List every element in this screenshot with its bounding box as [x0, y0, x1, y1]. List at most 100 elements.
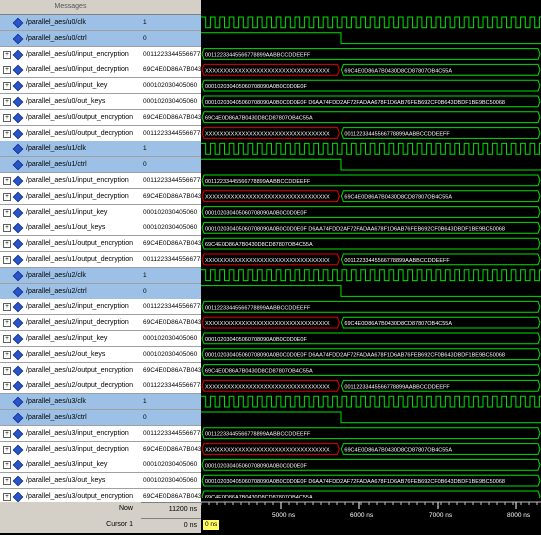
expand-icon[interactable]: +: [3, 366, 11, 375]
signal-row[interactable]: + /parallel_aes/u2/input_decryption: [0, 315, 141, 332]
bus-value-text: 000102030405060708090A0B0C0D0E0F: [205, 463, 307, 469]
value-row[interactable]: 69C4E0D86A7B0430: [141, 236, 201, 253]
signal-row[interactable]: + /parallel_aes/u1/input_decryption: [0, 188, 141, 205]
expand-icon[interactable]: +: [3, 129, 11, 138]
expand-icon[interactable]: +: [3, 240, 11, 249]
value-row[interactable]: 69C4E0D86A7B0430: [141, 188, 201, 205]
bus-value-text: 00112233445566778899AABBCCDDEEFF: [344, 132, 450, 138]
signal-icon: [12, 460, 24, 471]
waveform-canvas[interactable]: 00112233445566778899AABBCCDDEEFF XXXXXXXX…: [201, 0, 541, 498]
signal-row[interactable]: /parallel_aes/u1/ctrl: [0, 157, 141, 174]
value-row[interactable]: 0: [141, 30, 201, 47]
value-row[interactable]: 000102030405060: [141, 220, 201, 237]
expand-icon[interactable]: +: [3, 350, 11, 359]
expand-icon[interactable]: +: [3, 477, 11, 486]
expand-icon[interactable]: +: [3, 493, 11, 501]
signal-row[interactable]: + /parallel_aes/u2/input_encryption: [0, 299, 141, 316]
expand-icon[interactable]: +: [3, 82, 11, 91]
signal-icon: [12, 238, 24, 250]
value-row[interactable]: 0: [141, 410, 201, 426]
value-row[interactable]: 000102030405060: [141, 78, 201, 95]
value-row[interactable]: 00112233445566778: [141, 299, 201, 316]
expand-icon[interactable]: +: [3, 177, 11, 185]
value-row[interactable]: 69C4E0D86A7B0430: [141, 315, 201, 332]
signal-row[interactable]: + /parallel_aes/u3/input_key: [0, 457, 141, 474]
time-ruler[interactable]: 5000 ns 6000 ns 7000 ns 8000 ns 0 ns: [200, 498, 541, 533]
signal-row[interactable]: /parallel_aes/u2/ctrl: [0, 283, 141, 300]
signal-row[interactable]: /parallel_aes/u0/clk: [0, 15, 141, 31]
expand-icon[interactable]: +: [3, 461, 11, 470]
value-row[interactable]: 00112233445566778: [141, 173, 201, 189]
expand-icon[interactable]: +: [3, 113, 11, 122]
ruler-tick-label: 6000 ns: [350, 512, 374, 519]
value-row[interactable]: 000102030405060: [141, 331, 201, 347]
signal-row[interactable]: /parallel_aes/u0/ctrl: [0, 30, 141, 47]
signal-row[interactable]: + /parallel_aes/u0/out_keys: [0, 94, 141, 110]
value-row[interactable]: 00112233445566778: [141, 252, 201, 268]
expand-icon[interactable]: +: [3, 429, 11, 438]
value-row[interactable]: 00112233445566778: [141, 378, 201, 395]
value-row[interactable]: 69C4E0D86A7B0430: [141, 441, 201, 458]
signal-row[interactable]: + /parallel_aes/u0/input_key: [0, 78, 141, 95]
expand-icon[interactable]: +: [3, 319, 11, 328]
bus-value-text: 69C4E0D86A7B0430D8CD87807OB4C55A: [344, 195, 452, 201]
expand-icon[interactable]: +: [3, 192, 11, 201]
signal-row[interactable]: + /parallel_aes/u0/input_decryption: [0, 62, 141, 79]
signal-row[interactable]: + /parallel_aes/u1/out_keys: [0, 220, 141, 237]
expand-icon[interactable]: +: [3, 98, 11, 106]
expand-icon[interactable]: +: [3, 256, 11, 264]
value-row[interactable]: 000102030405060: [141, 473, 201, 490]
signal-row[interactable]: + /parallel_aes/u0/output_decryption: [0, 125, 141, 142]
bus-value-text: 00112233445566778899AABBCCDDEEFF: [344, 258, 450, 264]
waveform-pane[interactable]: 00112233445566778899AABBCCDDEEFF XXXXXXXX…: [201, 0, 541, 498]
signal-row[interactable]: + /parallel_aes/u1/input_encryption: [0, 173, 141, 189]
expand-icon[interactable]: +: [3, 445, 11, 454]
signal-icon: [12, 223, 24, 234]
expand-icon[interactable]: +: [3, 224, 11, 233]
signal-row[interactable]: /parallel_aes/u1/clk: [0, 141, 141, 158]
signal-row[interactable]: + /parallel_aes/u2/out_keys: [0, 346, 141, 363]
signal-row[interactable]: + /parallel_aes/u3/input_encryption: [0, 425, 141, 442]
value-row[interactable]: 00112233445566778: [141, 46, 201, 63]
value-row[interactable]: 69C4E0D86A7B0430: [141, 362, 201, 379]
signal-row[interactable]: + /parallel_aes/u2/input_key: [0, 331, 141, 347]
value-row[interactable]: 69C4E0D86A7B0430: [141, 109, 201, 126]
cursor-box[interactable]: 0 ns: [203, 520, 220, 530]
signal-row[interactable]: + /parallel_aes/u2/output_encryption: [0, 362, 141, 379]
signal-row[interactable]: + /parallel_aes/u3/out_keys: [0, 473, 141, 490]
expand-icon[interactable]: +: [3, 303, 11, 312]
signal-row[interactable]: + /parallel_aes/u1/input_key: [0, 204, 141, 221]
value-row[interactable]: 0: [141, 157, 201, 174]
ruler-tick-label: 5000 ns: [272, 512, 296, 519]
value-row[interactable]: 0: [141, 283, 201, 300]
value-row[interactable]: 000102030405060: [141, 204, 201, 221]
value-row[interactable]: 000102030405060: [141, 457, 201, 474]
expand-icon[interactable]: +: [3, 208, 11, 217]
signal-icon: [12, 333, 24, 345]
value-row[interactable]: 1: [141, 15, 201, 31]
signal-row[interactable]: /parallel_aes/u3/ctrl: [0, 410, 141, 426]
value-row[interactable]: 1: [141, 141, 201, 158]
value-row[interactable]: 69C4E0D86A7B0430: [141, 62, 201, 79]
now-value-cell: 11200 ns: [141, 502, 201, 519]
expand-icon[interactable]: +: [3, 382, 11, 391]
expand-icon[interactable]: +: [3, 50, 11, 59]
value-row[interactable]: 000102030405060: [141, 94, 201, 110]
signal-row[interactable]: /parallel_aes/u3/clk: [0, 394, 141, 411]
expand-icon[interactable]: +: [3, 335, 11, 343]
expand-icon[interactable]: +: [3, 66, 11, 75]
signal-name: /parallel_aes/u3/clk: [26, 398, 86, 406]
value-row[interactable]: 000102030405060: [141, 346, 201, 363]
value-row[interactable]: 00112233445566778: [141, 425, 201, 442]
value-row[interactable]: 1: [141, 394, 201, 411]
signal-row[interactable]: + /parallel_aes/u2/output_decryption: [0, 378, 141, 395]
signal-row[interactable]: + /parallel_aes/u0/output_encryption: [0, 109, 141, 126]
signal-row[interactable]: /parallel_aes/u2/clk: [0, 267, 141, 284]
signal-row[interactable]: + /parallel_aes/u1/output_encryption: [0, 236, 141, 253]
signal-row[interactable]: + /parallel_aes/u1/output_decryption: [0, 252, 141, 268]
signal-row[interactable]: + /parallel_aes/u3/input_decryption: [0, 441, 141, 458]
signal-icon: [12, 207, 24, 218]
value-row[interactable]: 00112233445566778: [141, 125, 201, 142]
value-row[interactable]: 1: [141, 267, 201, 284]
signal-row[interactable]: + /parallel_aes/u0/input_encryption: [0, 46, 141, 63]
